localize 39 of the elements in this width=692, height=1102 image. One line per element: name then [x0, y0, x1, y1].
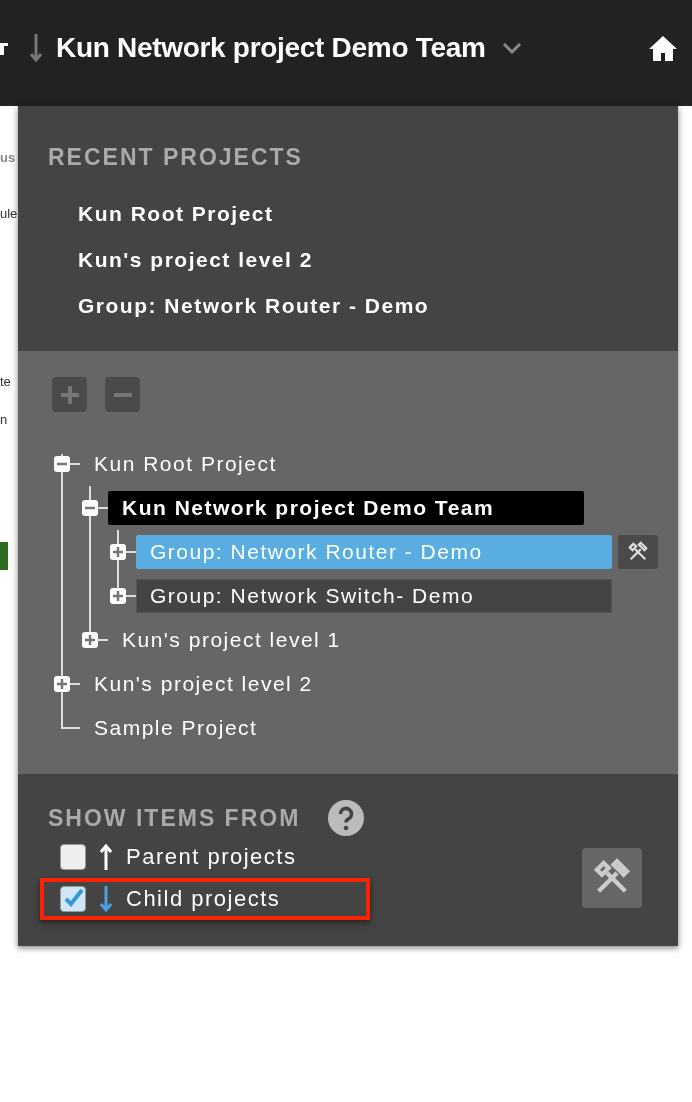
section-heading: RECENT PROJECTS [48, 144, 304, 171]
window-icon[interactable] [0, 41, 8, 55]
recent-project-link[interactable]: Kun Root Project [78, 191, 648, 237]
page-text: ule [0, 206, 18, 221]
recent-project-link[interactable]: Group: Network Router - Demo [78, 283, 648, 329]
collapse-icon[interactable] [53, 455, 71, 473]
option-label: Parent projects [126, 844, 297, 870]
tree-item[interactable]: Kun Network project Demo Team [108, 491, 584, 525]
expand-icon[interactable] [109, 587, 127, 605]
plus-icon [58, 383, 81, 406]
expand-icon[interactable] [109, 543, 127, 561]
recent-project-link[interactable]: Kun's project level 2 [78, 237, 648, 283]
collapse-icon[interactable] [81, 499, 99, 517]
section-heading: SHOW ITEMS FROM [48, 804, 301, 832]
page-text: te [0, 374, 11, 389]
page-text: n [0, 412, 8, 427]
tree-item[interactable]: Sample Project [80, 711, 272, 745]
tools-button[interactable] [618, 535, 658, 569]
up-arrow-icon [100, 844, 112, 870]
option-label: Child projects [126, 886, 281, 912]
hammer-wrench-icon [627, 541, 649, 563]
help-icon[interactable] [328, 800, 365, 836]
tree-item[interactable]: Group: Network Switch- Demo [136, 579, 612, 613]
home-icon[interactable] [648, 35, 678, 61]
tree-item[interactable]: Kun's project level 2 [80, 667, 327, 701]
down-arrow-icon [30, 34, 42, 62]
status-block [0, 542, 8, 570]
tree-item[interactable]: Kun Root Project [80, 447, 291, 481]
checkbox[interactable] [60, 886, 86, 912]
tree-item[interactable]: Kun's project level 1 [108, 623, 355, 657]
tools-button[interactable] [582, 848, 642, 908]
page-text: us [0, 150, 16, 165]
project-title[interactable]: Kun Network project Demo Team [56, 32, 486, 64]
checkbox[interactable] [60, 844, 86, 870]
expand-icon[interactable] [81, 631, 99, 649]
expand-icon[interactable] [53, 675, 71, 693]
chevron-icon[interactable] [501, 42, 522, 54]
down-arrow-icon [100, 886, 112, 912]
minus-icon [112, 392, 133, 397]
